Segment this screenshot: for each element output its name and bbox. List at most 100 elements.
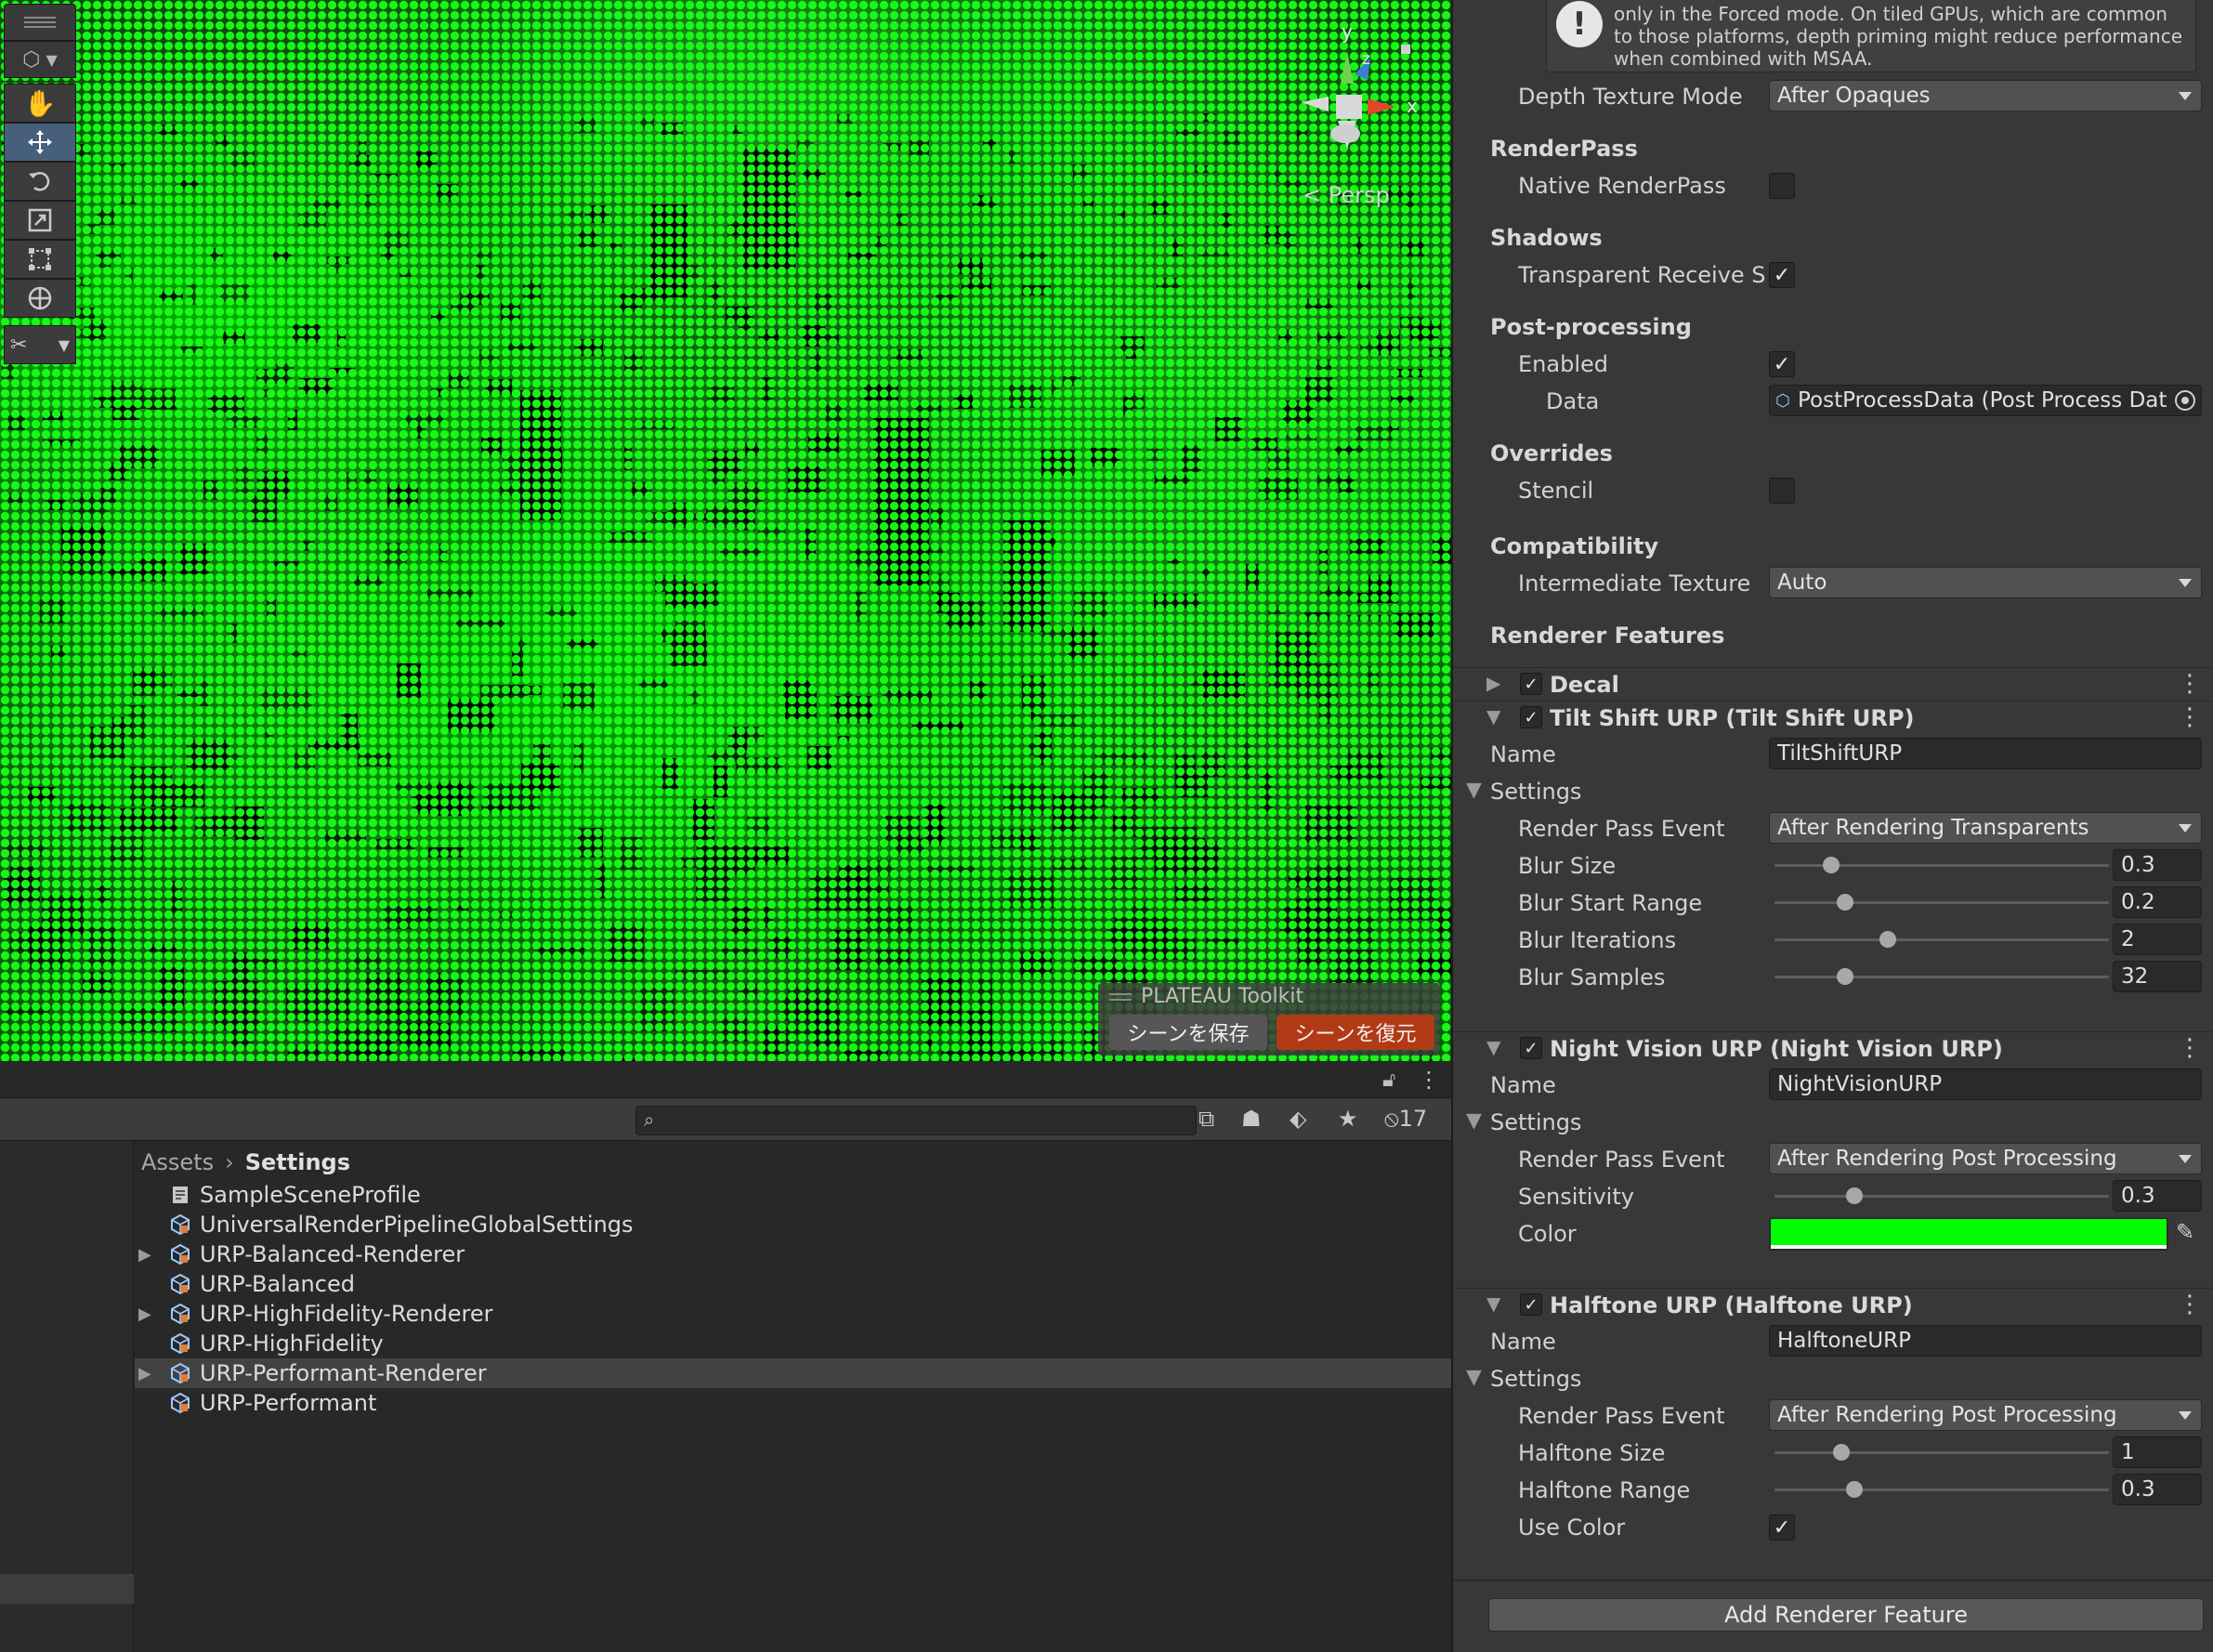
- depth-texture-mode-dropdown[interactable]: After Opaques: [1769, 80, 2202, 111]
- scale-tool-button[interactable]: [4, 201, 76, 240]
- project-search-input[interactable]: ⌕: [635, 1106, 1197, 1135]
- blur-start-range-slider[interactable]: [1774, 886, 2109, 918]
- kebab-menu-icon[interactable]: ⋮: [2178, 703, 2202, 731]
- fold-down-icon[interactable]: ▼: [1486, 1036, 1500, 1058]
- breadcrumb-assets[interactable]: Assets: [141, 1149, 214, 1175]
- halftone-name-field[interactable]: HalftoneURP: [1769, 1325, 2202, 1357]
- lock-icon[interactable]: 🔓︎: [1382, 1069, 1395, 1092]
- night-vision-feature-header[interactable]: ▼ ✓ Night Vision URP (Night Vision URP) …: [1453, 1031, 2213, 1065]
- fold-right-icon[interactable]: ▶: [138, 1305, 151, 1324]
- asset-item[interactable]: SampleSceneProfile: [135, 1180, 1451, 1210]
- overlay-menu-button[interactable]: [4, 4, 76, 41]
- blur-start-range-field[interactable]: 0.2: [2113, 886, 2202, 918]
- rotate-tool-button[interactable]: [4, 162, 76, 201]
- kebab-menu-icon[interactable]: ⋮: [1418, 1067, 1440, 1093]
- view-tool-button[interactable]: ✋: [4, 84, 76, 123]
- slider-thumb[interactable]: [1836, 968, 1853, 985]
- sensitivity-field[interactable]: 0.3: [2113, 1180, 2202, 1212]
- slider-thumb[interactable]: [1846, 1187, 1864, 1204]
- asset-item[interactable]: ▶ URP-HighFidelity-Renderer: [135, 1299, 1451, 1329]
- projection-label[interactable]: < Persp: [1303, 182, 1390, 208]
- halftone-size-field[interactable]: 1: [2113, 1436, 2202, 1468]
- asset-item[interactable]: UniversalRenderPipelineGlobalSettings: [135, 1210, 1451, 1239]
- blur-iterations-slider[interactable]: [1774, 924, 2109, 955]
- night-vision-settings-row[interactable]: ▼ Settings: [1453, 1106, 2213, 1139]
- postprocess-data-field[interactable]: ⬡ PostProcessData (Post Process Dat: [1769, 385, 2202, 416]
- transparent-receive-shadows-checkbox[interactable]: ✓: [1769, 262, 1795, 288]
- halftone-feature-header[interactable]: ▼ ✓ Halftone URP (Halftone URP) ⋮: [1453, 1288, 2213, 1321]
- halftone-enabled-checkbox[interactable]: ✓: [1520, 1293, 1542, 1316]
- fold-down-icon[interactable]: ▼: [1466, 779, 1482, 802]
- fold-down-icon[interactable]: ▼: [1466, 1109, 1482, 1133]
- use-color-checkbox[interactable]: ✓: [1769, 1514, 1795, 1541]
- search-by-type-icon[interactable]: ⧉: [1198, 1106, 1214, 1132]
- asset-item[interactable]: URP-Performant: [135, 1388, 1451, 1418]
- custom-tools-button[interactable]: ✂ ▼: [4, 325, 76, 364]
- slider-thumb[interactable]: [1833, 1444, 1850, 1461]
- blur-iterations-field[interactable]: 2: [2113, 924, 2202, 955]
- color-swatch[interactable]: [1769, 1217, 2168, 1251]
- blur-samples-field[interactable]: 32: [2113, 961, 2202, 992]
- orientation-gizmo[interactable]: y z x: [1282, 19, 1431, 158]
- slider-thumb[interactable]: [1836, 894, 1853, 911]
- fold-down-icon[interactable]: ▼: [1486, 705, 1500, 728]
- asset-item[interactable]: ▶ URP-Balanced-Renderer: [135, 1239, 1451, 1269]
- decal-enabled-checkbox[interactable]: ✓: [1520, 673, 1542, 695]
- postprocessing-enabled-checkbox[interactable]: ✓: [1769, 351, 1795, 377]
- folder-tree-selection[interactable]: [0, 1574, 134, 1604]
- asset-item[interactable]: ▶ URP-Performant-Renderer: [135, 1358, 1451, 1388]
- scene-view[interactable]: ⬡ ▼ ✋ ✂ ▼ y z x < Persp PLATEAU Toolkit …: [0, 0, 1451, 1061]
- halftone-range-slider[interactable]: [1774, 1474, 2109, 1505]
- view-mode-button[interactable]: ⬡ ▼: [4, 41, 76, 78]
- save-scene-button[interactable]: シーンを保存: [1109, 1015, 1267, 1050]
- blur-size-field[interactable]: 0.3: [2113, 849, 2202, 881]
- decal-feature-header[interactable]: ▶ ✓ Decal ⋮: [1453, 667, 2213, 701]
- object-picker-icon[interactable]: [2175, 390, 2195, 411]
- halftone-render-pass-dropdown[interactable]: After Rendering Post Processing: [1769, 1399, 2202, 1431]
- favorite-star-icon[interactable]: ★: [1338, 1106, 1358, 1132]
- kebab-menu-icon[interactable]: ⋮: [2178, 1034, 2202, 1062]
- fold-right-icon[interactable]: ▶: [138, 1245, 151, 1265]
- breadcrumb-settings[interactable]: Settings: [245, 1149, 350, 1175]
- hidden-packages-toggle[interactable]: ⦸17: [1384, 1106, 1427, 1132]
- tilt-shift-settings-row[interactable]: ▼ Settings: [1453, 775, 2213, 808]
- filter-by-type-icon[interactable]: ☗: [1241, 1106, 1262, 1132]
- halftone-size-slider[interactable]: [1774, 1436, 2109, 1468]
- halftone-size-value: 1: [2121, 1440, 2135, 1464]
- slider-thumb[interactable]: [1846, 1481, 1864, 1498]
- slider-thumb[interactable]: [1823, 857, 1840, 873]
- blur-size-slider[interactable]: [1774, 849, 2109, 881]
- drag-handle-icon[interactable]: [1109, 993, 1132, 1001]
- tilt-shift-feature-header[interactable]: ▼ ✓ Tilt Shift URP (Tilt Shift URP) ⋮: [1453, 701, 2213, 734]
- kebab-menu-icon[interactable]: ⋮: [2178, 670, 2202, 698]
- fold-down-icon[interactable]: ▼: [1466, 1366, 1482, 1389]
- intermediate-texture-dropdown[interactable]: Auto: [1769, 567, 2202, 598]
- fold-down-icon[interactable]: ▼: [1486, 1292, 1500, 1315]
- asset-item[interactable]: URP-HighFidelity: [135, 1329, 1451, 1358]
- tilt-shift-name-field[interactable]: TiltShiftURP: [1769, 738, 2202, 769]
- fold-right-icon[interactable]: ▶: [1486, 672, 1500, 694]
- sensitivity-slider[interactable]: [1774, 1180, 2109, 1212]
- add-renderer-feature-button[interactable]: Add Renderer Feature: [1488, 1598, 2204, 1632]
- halftone-settings-row[interactable]: ▼ Settings: [1453, 1362, 2213, 1396]
- move-tool-button[interactable]: [4, 123, 76, 162]
- eyedropper-icon[interactable]: ✎: [2176, 1219, 2204, 1247]
- filter-by-label-icon[interactable]: ⬖: [1290, 1106, 1306, 1132]
- tilt-shift-render-pass-dropdown[interactable]: After Rendering Transparents: [1769, 812, 2202, 844]
- rect-tool-button[interactable]: [4, 240, 76, 279]
- project-folder-tree[interactable]: [0, 1141, 134, 1652]
- halftone-range-field[interactable]: 0.3: [2113, 1474, 2202, 1505]
- transform-tool-button[interactable]: [4, 279, 76, 318]
- tilt-shift-enabled-checkbox[interactable]: ✓: [1520, 706, 1542, 728]
- slider-thumb[interactable]: [1879, 931, 1897, 948]
- blur-samples-slider[interactable]: [1774, 961, 2109, 992]
- fold-right-icon[interactable]: ▶: [138, 1364, 151, 1383]
- night-vision-enabled-checkbox[interactable]: ✓: [1520, 1037, 1542, 1059]
- stencil-checkbox[interactable]: [1769, 478, 1795, 504]
- kebab-menu-icon[interactable]: ⋮: [2178, 1291, 2202, 1318]
- night-vision-render-pass-dropdown[interactable]: After Rendering Post Processing: [1769, 1143, 2202, 1174]
- restore-scene-button[interactable]: シーンを復元: [1277, 1015, 1434, 1050]
- night-vision-name-field[interactable]: NightVisionURP: [1769, 1069, 2202, 1100]
- native-renderpass-checkbox[interactable]: [1769, 173, 1795, 199]
- asset-item[interactable]: URP-Balanced: [135, 1269, 1451, 1299]
